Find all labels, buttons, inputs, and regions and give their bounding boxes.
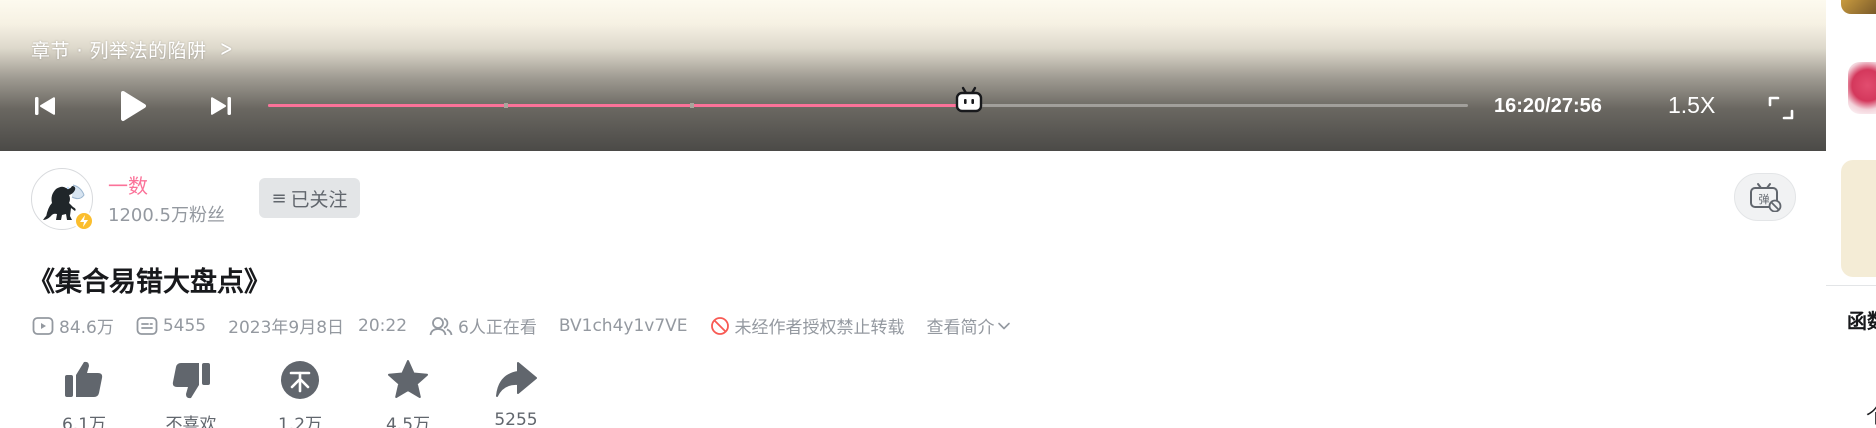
sidebar-partial-heading: 函数 (1847, 309, 1876, 333)
chapter-button[interactable]: 章节 · 列举法的陷阱 > (31, 36, 236, 63)
video-page: 章节 · 列举法的陷阱 > 16:20/27:56 1.5X 函 一数 1200… (0, 0, 1876, 428)
danmaku-count-value: 5455 (162, 315, 207, 336)
share-count: 5255 (494, 410, 538, 428)
copyright-notice: 未经作者授权禁止转载 (710, 313, 905, 338)
follow-label: 已关注 (290, 188, 348, 211)
like-button[interactable]: 6.1万 (44, 358, 124, 428)
playback-speed-button[interactable]: 1.5X (1668, 92, 1715, 119)
fans-count: 1200.5万粉丝 (108, 205, 225, 226)
skip-next-icon (211, 97, 231, 115)
coin-button[interactable]: 1.2万 (260, 358, 340, 428)
sidebar-partial-text: 个 (1866, 400, 1876, 428)
time-display: 16:20/27:56 (1494, 95, 1602, 117)
share-arrow-icon (496, 362, 537, 397)
view-intro-button[interactable]: 查看简介 (927, 313, 1011, 338)
bilibili-tv-icon (955, 86, 983, 113)
view-count-value: 84.6万 (59, 318, 114, 338)
favorite-count: 4.5万 (385, 415, 431, 428)
recommend-thumbnail[interactable] (1848, 62, 1876, 114)
fullscreen-button[interactable] (1766, 94, 1796, 122)
avatar[interactable] (31, 168, 94, 231)
progress-played (268, 104, 969, 107)
copyright-text: 未经作者授权禁止转载 (734, 318, 905, 338)
chevron-right-icon: > (219, 37, 233, 62)
video-meta: 84.6万 5455 2023年9月8日 20:22 6人正在看 BV1ch4y… (32, 313, 1033, 338)
lightning-icon (80, 215, 88, 227)
video-player[interactable]: 章节 · 列举法的陷阱 > 16:20/27:56 1.5X (0, 0, 1826, 151)
bvid[interactable]: BV1ch4y1v7VE (559, 316, 688, 336)
play-icon (121, 91, 146, 121)
star-icon (388, 360, 428, 398)
chapter-label: 章节 · 列举法的陷阱 (31, 40, 207, 62)
next-button[interactable] (208, 92, 234, 120)
sidebar-card[interactable] (1841, 160, 1876, 277)
view-count: 84.6万 (32, 313, 114, 338)
chevron-down-icon (997, 322, 1010, 329)
coin-count: 1.2万 (277, 415, 323, 428)
fullscreen-icon (1768, 96, 1794, 120)
danmaku-off-icon: 弹 (1750, 183, 1782, 212)
dislike-button[interactable]: 不喜欢 (151, 358, 231, 428)
follow-button[interactable]: ≡ 已关注 (259, 178, 360, 218)
progress-bar[interactable] (268, 86, 1468, 113)
verified-badge (74, 211, 94, 231)
video-title: 《集合易错大盘点》 (28, 267, 271, 298)
sidebar-divider (1826, 285, 1876, 286)
play-count-icon (32, 316, 54, 335)
dislike-label: 不喜欢 (165, 415, 217, 428)
chapter-marker (504, 103, 508, 108)
favorite-button[interactable]: 4.5万 (368, 358, 448, 428)
thumbs-down-icon (172, 363, 210, 399)
play-button[interactable] (115, 88, 151, 124)
progress-thumb[interactable] (954, 86, 984, 114)
danmaku-count-icon (136, 316, 158, 335)
view-intro-label: 查看简介 (926, 318, 995, 338)
watching-now: 6人正在看 (429, 313, 537, 338)
skip-previous-icon (35, 97, 55, 115)
share-button[interactable]: 5255 (476, 358, 556, 428)
previous-button[interactable] (32, 92, 58, 120)
publish-time: 20:22 (358, 315, 408, 336)
svg-text:弹: 弹 (1759, 192, 1770, 206)
uploader-name[interactable]: 一数 (108, 170, 148, 199)
menu-icon: ≡ (271, 187, 287, 209)
danmaku-toggle-button[interactable]: 弹 (1734, 173, 1796, 221)
forbidden-icon (710, 316, 729, 335)
thumbs-up-icon (65, 361, 103, 397)
chapter-marker (690, 103, 694, 108)
watching-now-value: 6人正在看 (458, 318, 537, 338)
people-icon (429, 316, 453, 335)
danmaku-count: 5455 (136, 316, 206, 336)
like-count: 6.1万 (61, 415, 107, 428)
recommend-thumbnail[interactable] (1841, 0, 1876, 14)
coin-icon (281, 361, 319, 399)
publish-date: 2023年9月8日 (228, 318, 345, 338)
